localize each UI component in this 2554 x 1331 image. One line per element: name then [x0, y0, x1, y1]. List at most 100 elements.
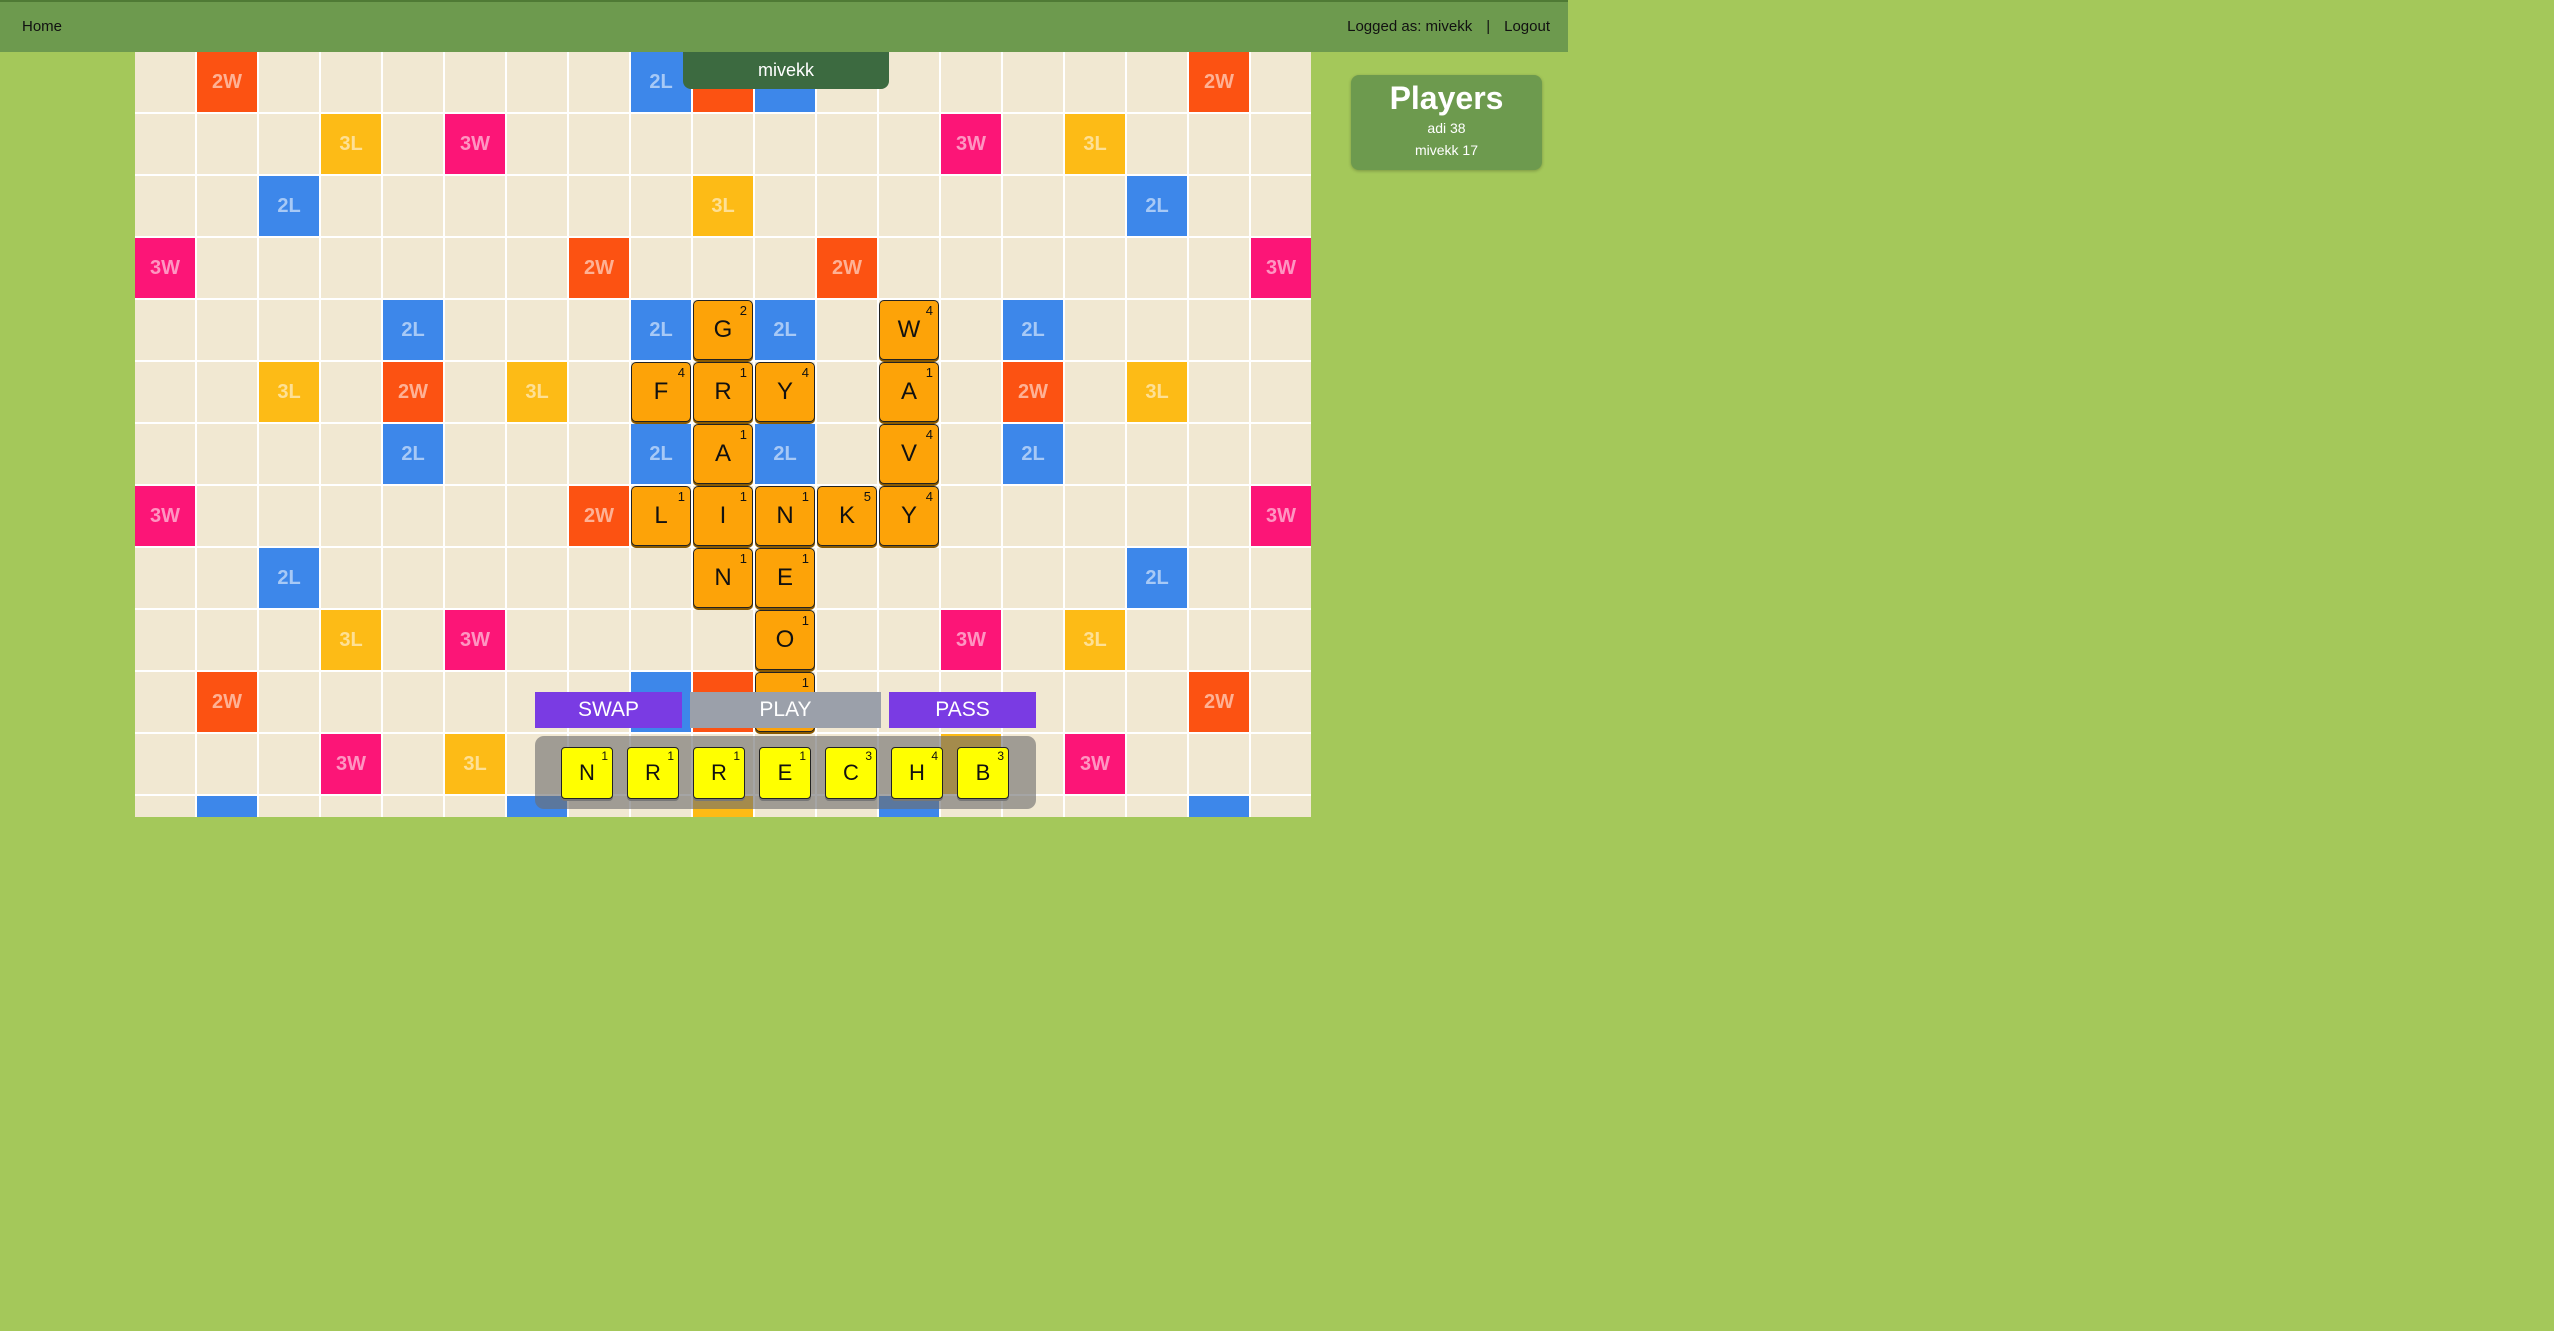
- board-cell[interactable]: [1251, 52, 1311, 112]
- board-cell[interactable]: [197, 734, 257, 794]
- board-cell[interactable]: [321, 672, 381, 732]
- board-cell[interactable]: [259, 734, 319, 794]
- board-cell[interactable]: [879, 238, 939, 298]
- board-cell[interactable]: [383, 548, 443, 608]
- board-cell[interactable]: [879, 114, 939, 174]
- board-cell[interactable]: [1189, 610, 1249, 670]
- board-cell[interactable]: [445, 486, 505, 546]
- board-cell[interactable]: [817, 424, 877, 484]
- board-cell[interactable]: [1251, 114, 1311, 174]
- board-cell[interactable]: [1189, 548, 1249, 608]
- premium-square-3W[interactable]: 3W: [445, 114, 505, 174]
- board-cell[interactable]: [259, 114, 319, 174]
- premium-square-2W[interactable]: 2W: [569, 238, 629, 298]
- premium-square-2L[interactable]: 2L: [1003, 300, 1063, 360]
- pass-button[interactable]: PASS: [889, 692, 1036, 728]
- board-cell[interactable]: [259, 238, 319, 298]
- board-cell[interactable]: [445, 52, 505, 112]
- board-cell[interactable]: [817, 300, 877, 360]
- board-cell[interactable]: [321, 424, 381, 484]
- board-cell[interactable]: [197, 362, 257, 422]
- premium-square-2L[interactable]: 2L: [1003, 424, 1063, 484]
- board-cell[interactable]: [321, 300, 381, 360]
- board-cell[interactable]: [259, 610, 319, 670]
- premium-square-2W[interactable]: 2W: [817, 238, 877, 298]
- board-cell[interactable]: [1251, 734, 1311, 794]
- board-cell[interactable]: [1127, 610, 1187, 670]
- board-cell[interactable]: [135, 114, 195, 174]
- board-cell[interactable]: [1189, 362, 1249, 422]
- board-cell[interactable]: [755, 114, 815, 174]
- premium-square-2L[interactable]: [197, 796, 257, 817]
- logout-link[interactable]: Logout: [1504, 18, 1550, 35]
- premium-square-3W[interactable]: 3W: [1251, 486, 1311, 546]
- premium-square-2W[interactable]: 2W: [1189, 672, 1249, 732]
- board-cell[interactable]: [197, 548, 257, 608]
- premium-square-2L[interactable]: 2L: [1127, 176, 1187, 236]
- board-cell[interactable]: [1003, 610, 1063, 670]
- board-cell[interactable]: [1189, 176, 1249, 236]
- rack-tile[interactable]: H4: [891, 747, 943, 799]
- board-cell[interactable]: [1065, 238, 1125, 298]
- board-cell[interactable]: [135, 300, 195, 360]
- board-cell[interactable]: [1251, 672, 1311, 732]
- board-cell[interactable]: [941, 176, 1001, 236]
- premium-square-2W[interactable]: 2W: [383, 362, 443, 422]
- rack-tile[interactable]: B3: [957, 747, 1009, 799]
- board-cell[interactable]: [941, 424, 1001, 484]
- board-cell[interactable]: [1189, 238, 1249, 298]
- board-cell[interactable]: [1127, 734, 1187, 794]
- board-cell[interactable]: [693, 238, 753, 298]
- board-cell[interactable]: [941, 300, 1001, 360]
- board-cell[interactable]: [197, 238, 257, 298]
- board-cell[interactable]: [879, 548, 939, 608]
- board-cell[interactable]: [1127, 238, 1187, 298]
- board-cell[interactable]: [197, 176, 257, 236]
- board-cell[interactable]: [197, 300, 257, 360]
- board-cell[interactable]: [1127, 672, 1187, 732]
- premium-square-3W[interactable]: 3W: [941, 114, 1001, 174]
- board-cell[interactable]: [507, 176, 567, 236]
- board-cell[interactable]: [569, 114, 629, 174]
- board-cell[interactable]: [259, 672, 319, 732]
- premium-square-3L[interactable]: 3L: [1065, 610, 1125, 670]
- board-cell[interactable]: [1003, 486, 1063, 546]
- board-cell[interactable]: [135, 672, 195, 732]
- board-cell[interactable]: [507, 238, 567, 298]
- board-cell[interactable]: [383, 486, 443, 546]
- board-cell[interactable]: [259, 52, 319, 112]
- premium-square-3L[interactable]: 3L: [445, 734, 505, 794]
- board-cell[interactable]: [1003, 114, 1063, 174]
- board-cell[interactable]: [631, 114, 691, 174]
- board-cell[interactable]: [445, 238, 505, 298]
- board-cell[interactable]: [1003, 238, 1063, 298]
- board-cell[interactable]: [507, 114, 567, 174]
- premium-square-2L[interactable]: 2L: [259, 548, 319, 608]
- premium-square-3L[interactable]: 3L: [259, 362, 319, 422]
- board-cell[interactable]: [321, 176, 381, 236]
- board-cell[interactable]: [1251, 424, 1311, 484]
- board-cell[interactable]: [507, 300, 567, 360]
- board-cell[interactable]: [941, 362, 1001, 422]
- board-cell[interactable]: [321, 548, 381, 608]
- premium-square-2L[interactable]: 2L: [259, 176, 319, 236]
- premium-square-3L[interactable]: 3L: [507, 362, 567, 422]
- board-cell[interactable]: [197, 610, 257, 670]
- board-cell[interactable]: [1251, 548, 1311, 608]
- board-cell[interactable]: [197, 424, 257, 484]
- board-cell[interactable]: [1127, 300, 1187, 360]
- board-cell[interactable]: [259, 486, 319, 546]
- premium-square-2L[interactable]: 2L: [383, 300, 443, 360]
- board-cell[interactable]: [1065, 486, 1125, 546]
- board-cell[interactable]: [1127, 486, 1187, 546]
- board-cell[interactable]: [1065, 300, 1125, 360]
- board-cell[interactable]: [1003, 176, 1063, 236]
- board-cell[interactable]: [259, 300, 319, 360]
- board-cell[interactable]: [445, 176, 505, 236]
- board-cell[interactable]: [1251, 610, 1311, 670]
- premium-square-3W[interactable]: 3W: [135, 238, 195, 298]
- board-cell[interactable]: [1065, 176, 1125, 236]
- board-cell[interactable]: [507, 610, 567, 670]
- board-cell[interactable]: [569, 548, 629, 608]
- board-cell[interactable]: [259, 424, 319, 484]
